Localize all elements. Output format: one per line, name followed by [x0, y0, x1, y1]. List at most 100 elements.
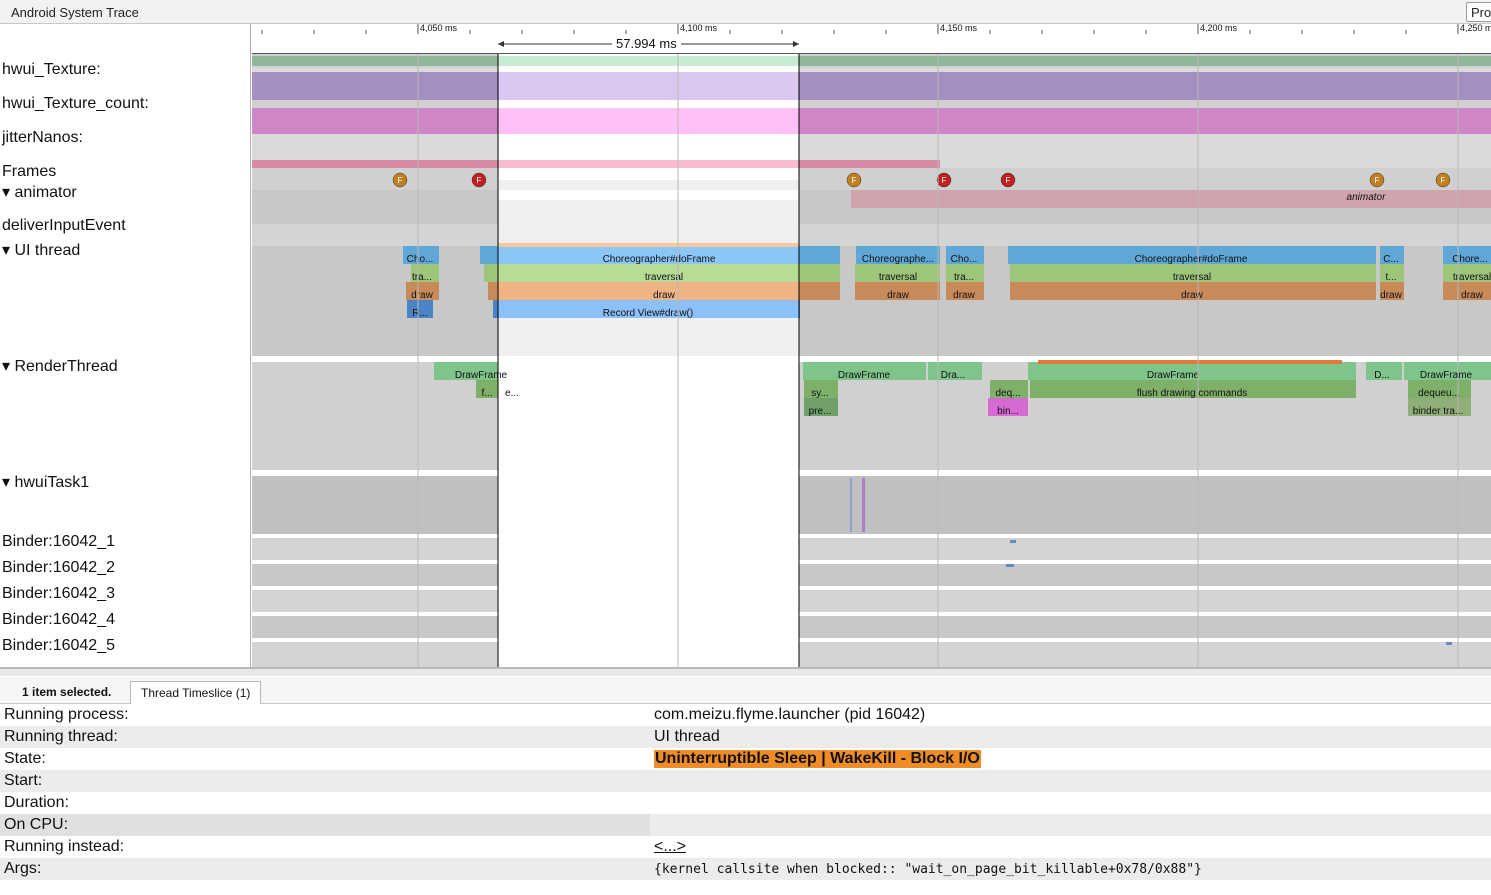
slice-label: Choreographer#doFrame — [1135, 254, 1248, 265]
slice-label: t... — [1385, 272, 1396, 283]
detail-label: State: — [4, 750, 46, 767]
detail-row: Running thread: UI thread — [0, 726, 1491, 748]
slice-label: traversal — [1173, 272, 1211, 283]
slice-label: dequeu... — [1418, 388, 1460, 399]
track-background[interactable] — [252, 476, 1491, 534]
ruler-tick-label: 4,250 ms — [1460, 24, 1491, 33]
slice-label: bin... — [997, 406, 1019, 417]
tab-thread-timeslice[interactable]: Thread Timeslice (1) — [130, 681, 262, 704]
selection-duration-label: 57.994 ms — [612, 36, 681, 51]
track-label[interactable]: Frames — [2, 163, 56, 181]
frame-marker[interactable]: F — [1000, 172, 1016, 188]
detail-value: com.meizu.flyme.launcher (pid 16042) — [654, 706, 926, 723]
running-instead-link[interactable]: <...> — [654, 838, 686, 856]
on-cpu-bar — [0, 814, 650, 836]
track-label[interactable]: Binder:16042_3 — [2, 585, 115, 603]
track-label[interactable]: Binder:16042_5 — [2, 637, 115, 655]
detail-row: Running instead: <...> — [0, 836, 1491, 858]
slice-label: traversal — [645, 272, 683, 283]
timeline-view[interactable]: Cho... tra... draw R... Choreographer#doFram… — [252, 24, 1491, 667]
slice-label: Record View#draw() — [603, 308, 693, 319]
track-label[interactable]: deliverInputEvent — [2, 217, 126, 235]
track-background[interactable] — [252, 590, 1491, 612]
track-label[interactable]: Binder:16042_4 — [2, 611, 115, 629]
slice-label: DrawFrame — [1420, 370, 1473, 381]
slice-label: pre... — [809, 406, 832, 417]
frame-marker-label: F — [477, 176, 482, 185]
render-thread-state[interactable] — [1038, 360, 1342, 364]
slice-label: DrawFrame — [838, 370, 891, 381]
track-label[interactable]: ▾ hwuiTask1 — [2, 472, 89, 492]
frame-marker[interactable]: F — [1369, 172, 1385, 188]
ruler-tick-label: 4,200 ms — [1200, 24, 1238, 33]
binder-slice[interactable] — [1006, 564, 1014, 567]
slice-label: DrawFrame — [455, 370, 508, 381]
slice-label: f... — [481, 388, 492, 399]
frame-marker[interactable]: F — [471, 172, 487, 188]
slice-label: draw — [653, 290, 675, 301]
track-label[interactable]: hwui_Texture: — [2, 61, 101, 79]
title-bar: Android System Trace Pro — [0, 0, 1491, 24]
slice-label: tra... — [412, 272, 432, 283]
detail-label: Running thread: — [4, 728, 118, 745]
detail-row: Start: — [0, 770, 1491, 792]
frame-marker-label: F — [852, 176, 857, 185]
track-label[interactable]: jitterNanos: — [2, 129, 83, 147]
slice-label: e... — [505, 388, 519, 399]
time-ruler[interactable]: 4,050 ms 4,100 ms 4,150 ms 4,200 ms 4,250 ms — [252, 24, 1491, 54]
frame-marker-label: F — [942, 176, 947, 185]
slice-label: binder tra... — [1413, 406, 1464, 417]
state-value: Uninterruptible Sleep | WakeKill - Block… — [654, 750, 981, 768]
slice-label: flush drawing commands — [1137, 388, 1248, 399]
hwui-task-slice[interactable] — [850, 478, 852, 532]
track-background[interactable] — [252, 564, 1491, 586]
app-title: Android System Trace — [11, 5, 139, 20]
animator-slice[interactable] — [851, 190, 1491, 208]
tracks-canvas[interactable]: Cho... tra... draw R... Choreographer#doFram… — [252, 24, 1491, 667]
track-background[interactable] — [252, 538, 1491, 560]
binder-slice[interactable] — [1010, 540, 1016, 543]
hwui-task-slice[interactable] — [862, 478, 865, 532]
slice-label: D... — [1374, 370, 1390, 381]
frame-marker[interactable]: F — [392, 172, 408, 188]
args-value: {kernel callsite when blocked:: "wait_on… — [654, 862, 1202, 877]
slice-label: Dra... — [941, 370, 965, 381]
panel-splitter[interactable] — [0, 667, 1491, 676]
slice-label: Choreographer#doFrame — [603, 254, 716, 265]
ruler-tick-label: 4,050 ms — [420, 24, 458, 33]
frame-marker[interactable]: F — [936, 172, 952, 188]
slice-label: traversal — [1453, 272, 1491, 283]
binder-slice[interactable] — [1446, 642, 1452, 645]
detail-row: Duration: — [0, 792, 1491, 814]
counter-hwui-texture[interactable] — [252, 108, 1491, 134]
detail-value: UI thread — [654, 728, 720, 745]
track-label[interactable]: hwui_Texture_count: — [2, 95, 149, 113]
slice-label: draw — [953, 290, 975, 301]
track-label[interactable]: ▾ UI thread — [2, 240, 80, 260]
track-label[interactable]: ▾ RenderThread — [2, 356, 118, 376]
track-label[interactable]: Binder:16042_1 — [2, 533, 115, 551]
process-filter-button[interactable]: Pro — [1466, 2, 1491, 22]
slice-label: sy... — [811, 388, 829, 399]
detail-tab-bar: 1 item selected. Thread Timeslice (1) — [0, 677, 1491, 704]
detail-row: On CPU: — [0, 814, 1491, 836]
slice-label: deq... — [995, 388, 1020, 399]
detail-row: Args: {kernel callsite when blocked:: "wa… — [0, 858, 1491, 880]
slice-label: draw — [1461, 290, 1483, 301]
frame-marker-label: F — [398, 176, 403, 185]
track-label[interactable]: ▾ animator — [2, 182, 77, 202]
detail-label: Args: — [4, 860, 42, 877]
frame-marker[interactable]: F — [846, 172, 862, 188]
track-background[interactable] — [252, 168, 1491, 190]
ruler-tick-label: 4,100 ms — [680, 24, 718, 33]
counter-hwui-texture-count[interactable] — [252, 72, 1491, 100]
track-background[interactable] — [252, 642, 1491, 667]
track-rows — [252, 30, 1491, 667]
track-label[interactable]: Binder:16042_2 — [2, 559, 115, 577]
counter-hwui-texture[interactable] — [252, 56, 1491, 66]
track-background[interactable] — [252, 224, 1491, 246]
detail-row: State: Uninterruptible Sleep | WakeKill -… — [0, 748, 1491, 770]
track-background[interactable] — [252, 616, 1491, 638]
frame-marker[interactable]: F — [1435, 172, 1451, 188]
slice-label: draw — [887, 290, 909, 301]
